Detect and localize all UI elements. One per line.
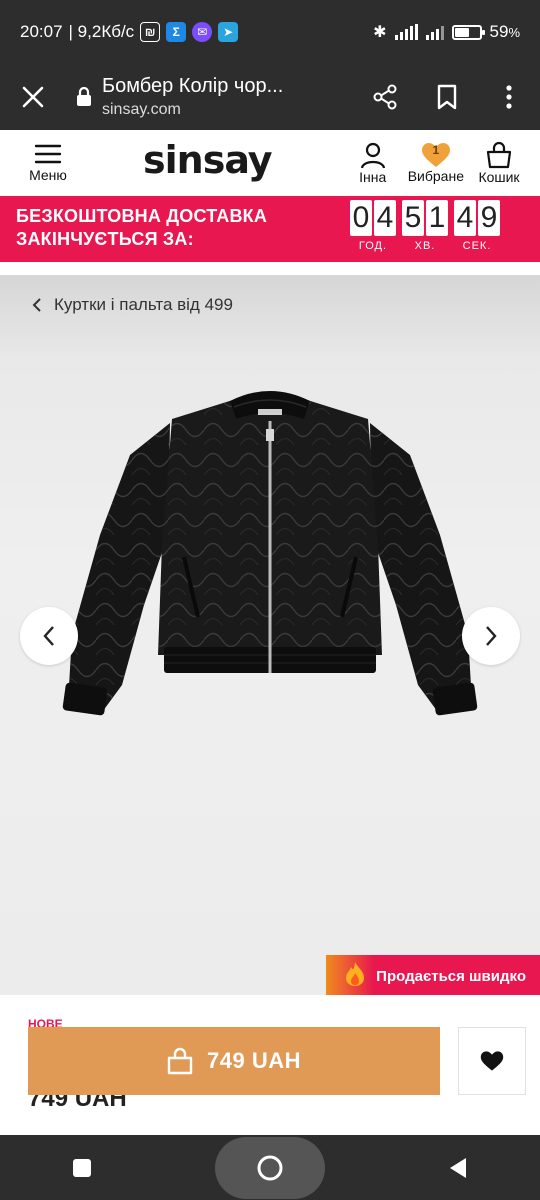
timer-minutes: 5 1 ХВ. [402,200,448,252]
promo-text: БЕЗКОШТОВНА ДОСТАВКА ЗАКІНЧУЄТЬСЯ ЗА: [16,205,267,251]
site-header: Меню sinsay Інна 1 Вибране Кошик [0,130,540,196]
timer-digit: 0 [350,200,372,236]
browser-toolbar: Бомбер Колір чор... sinsay.com [0,64,540,130]
back-triangle-icon [450,1157,467,1178]
timer-digit: 4 [374,200,396,236]
screen: 20:07 | 9,2Кб/с ₪ Σ ✉ ➤ ✱ 59% Бомбер Кол… [0,0,540,1200]
breadcrumb-link[interactable]: Куртки і пальта від 499 [54,295,233,315]
hours-label: ГОД. [358,240,388,252]
battery-icon [451,24,485,40]
share-icon [373,84,397,110]
close-tab-button[interactable] [0,64,66,130]
bag-icon [167,1047,193,1075]
heart-icon [480,1051,504,1071]
bookmark-button[interactable] [416,64,478,130]
system-nav-bar [0,1135,540,1200]
account-button[interactable]: Інна [350,141,396,185]
page-title: Бомбер Колір чор... [102,75,284,97]
product-gallery[interactable]: Куртки і пальта від 499 Продається швидк… [0,275,540,995]
timer-digit: 1 [426,200,448,236]
back-button[interactable] [428,1138,488,1198]
bookmark-icon [437,84,457,110]
address-area[interactable]: Бомбер Колір чор... sinsay.com [102,75,354,119]
bluetooth-icon: ✱ [373,24,387,41]
add-to-favorites-button[interactable] [458,1027,526,1095]
more-options-button[interactable] [478,64,540,130]
status-speed: | 9,2Кб/с [68,22,135,41]
favorites-count: 1 [432,143,440,157]
seconds-label: СЕК. [462,240,492,252]
timer-digit: 5 [402,200,424,236]
home-button[interactable] [214,1136,325,1199]
badge-text: Продається швидко [376,967,526,985]
breadcrumb[interactable]: Куртки і пальта від 499 [32,295,233,315]
battery-fill [454,27,469,37]
signal-2-icon [425,24,444,40]
status-left: 20:07 | 9,2Кб/с ₪ Σ ✉ ➤ [20,22,239,42]
header-actions: Інна 1 Вибране Кошик [350,130,522,196]
favorites-button[interactable]: 1 Вибране [408,142,464,184]
signal-icon [394,24,418,40]
selling-fast-badge: Продається швидко [326,955,540,995]
battery-percent: 59% [489,22,520,41]
cart-button[interactable]: Кошик [476,141,522,185]
messenger-icon: ✉ [192,22,213,42]
countdown-timer: 0 4 ГОД. 5 1 ХВ. 4 9 СЕК. [350,200,500,252]
minutes-label: ХВ. [414,240,436,252]
recents-button[interactable] [52,1138,112,1198]
promo-line-2: ЗАКІНЧУЄТЬСЯ ЗА: [16,229,194,249]
gallery-prev-button[interactable] [20,607,78,665]
hamburger-icon [34,144,62,164]
chevron-left-icon [43,626,54,646]
more-vertical-icon [506,85,512,109]
page-url: sinsay.com [102,101,181,118]
timer-digit: 4 [454,200,476,236]
timer-seconds: 4 9 СЕК. [454,200,500,252]
sigma-app-icon: Σ [166,22,187,42]
close-icon [22,86,44,108]
timer-hours: 0 4 ГОД. [350,200,396,252]
account-label: Інна [359,169,387,185]
bag-icon [486,141,512,169]
product-info-panel: НОВЕ 749 UAH 749 UAH [0,995,540,1135]
divider [0,262,540,275]
sinsay-logo[interactable]: sinsay [143,138,273,182]
share-button[interactable] [354,64,416,130]
lock-icon[interactable] [66,87,102,107]
favorites-label: Вибране [407,168,464,184]
promo-line-1: БЕЗКОШТОВНА ДОСТАВКА [16,206,268,226]
square-icon [72,1158,91,1177]
menu-label: Меню [29,167,67,183]
status-bar: 20:07 | 9,2Кб/с ₪ Σ ✉ ➤ ✱ 59% [0,0,540,64]
nfc-icon: ₪ [140,22,161,42]
add-to-cart-button[interactable]: 749 UAH [28,1027,440,1095]
status-time: 20:07 [20,22,63,41]
telegram-icon: ➤ [218,22,239,42]
home-circle-icon [257,1155,283,1180]
fire-icon [344,961,366,991]
favorites-heart: 1 [421,142,451,168]
product-image [62,391,478,716]
chevron-right-icon [486,626,497,646]
cart-label: Кошик [478,169,520,185]
cart-button-price: 749 UAH [207,1048,301,1073]
chevron-left-icon [32,298,41,312]
status-right: ✱ 59% [373,22,520,42]
timer-digit: 9 [478,200,500,236]
free-delivery-banner[interactable]: БЕЗКОШТОВНА ДОСТАВКА ЗАКІНЧУЄТЬСЯ ЗА: 0 … [0,196,540,262]
user-icon [360,142,385,169]
gallery-next-button[interactable] [462,607,520,665]
menu-button[interactable]: Меню [0,130,96,196]
